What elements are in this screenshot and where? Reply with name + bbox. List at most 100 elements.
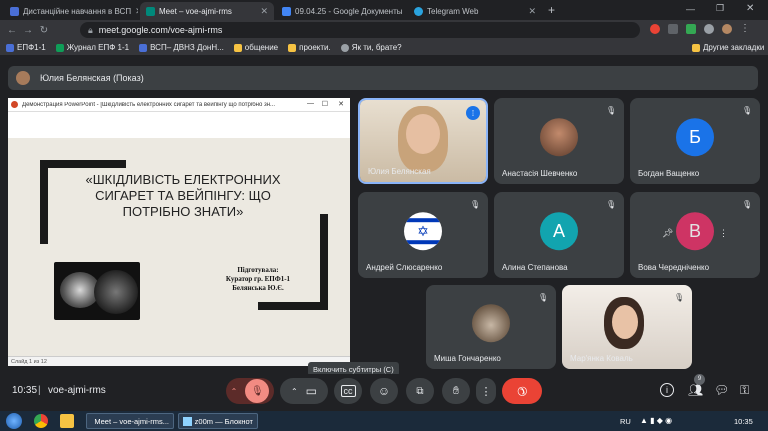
taskbar-notepad-window[interactable]: z00m — Блокнот: [178, 413, 258, 429]
present-icon: ⧉: [416, 385, 424, 397]
participant-avatar: А: [540, 212, 578, 251]
participant-tile[interactable]: ✡ 🎙︎ Андрей Слюсаренко: [358, 192, 488, 278]
israel-flag-avatar: ✡: [404, 212, 442, 251]
smoke-image: [54, 262, 140, 320]
more-options-button[interactable]: ⋮: [476, 378, 496, 404]
bookmark-item[interactable]: ЕПФ1-1: [6, 43, 46, 52]
ppt-status-bar: Слайд 1 из 12: [8, 356, 350, 366]
participant-tile[interactable]: 🎙︎ Миша Гончаренко: [426, 285, 556, 369]
puzzle-icon[interactable]: [704, 24, 714, 34]
participant-photo: [540, 118, 578, 157]
window-close-button[interactable]: ✕: [746, 3, 754, 14]
present-button[interactable]: ⧉: [406, 378, 434, 404]
extension-icon[interactable]: [686, 24, 696, 34]
camera-toggle-button[interactable]: ⌃ ▭: [280, 378, 328, 404]
participant-count-badge: 9: [694, 374, 705, 385]
slide-title: «ШКІДЛИВІСТЬ ЕЛЕКТРОННИХ СИГАРЕТ ТА ВЕЙП…: [85, 172, 281, 219]
close-icon[interactable]: ✕: [260, 6, 268, 17]
windows-taskbar: Meet – voe-ajmi-rms... z00m — Блокнот RU…: [0, 411, 768, 431]
slide: «ШКІДЛИВІСТЬ ЕЛЕКТРОННИХ СИГАРЕТ ТА ВЕЙП…: [8, 138, 350, 356]
videocam-icon: ▭: [305, 384, 318, 398]
meet-icon: [146, 6, 155, 16]
tray-icons: ▲ ▮ ◆ ◉: [640, 416, 673, 425]
chevron-up-icon[interactable]: ⌃: [231, 387, 238, 396]
mic-off-icon: 🎙︎: [674, 293, 685, 302]
participant-avatar: Б: [676, 118, 714, 157]
info-icon[interactable]: i: [660, 383, 674, 397]
activities-icon[interactable]: ⚿: [740, 383, 749, 398]
pin-icon[interactable]: 📌︎: [662, 228, 673, 239]
slide-author-block: Підготувала: Куратор гр. ЕПФ1-1 Белянськ…: [225, 266, 291, 292]
tab-google-docs[interactable]: 09.04.25 - Google Документы ✕: [276, 2, 406, 20]
notepad-icon: [183, 416, 192, 426]
language-indicator[interactable]: RU: [620, 417, 631, 426]
tab-meet[interactable]: Meet – voe-ajmi-rms ✕: [140, 2, 274, 20]
mic-off-icon: 🎙︎: [245, 379, 270, 403]
more-vert-icon[interactable]: ⋮: [740, 24, 750, 34]
participant-tile[interactable]: 🎙︎ Анастасія Шевченко: [494, 98, 624, 184]
participant-tile[interactable]: 🎙︎ Мар'янка Коваль: [562, 285, 692, 369]
reload-icon[interactable]: ↻: [36, 25, 52, 36]
back-icon[interactable]: ←: [4, 25, 20, 36]
close-icon[interactable]: ✕: [528, 6, 536, 17]
bookmark-item[interactable]: Журнал ЕПФ 1-1: [55, 43, 129, 52]
participant-tile[interactable]: ⁞ Юлия Белянская: [358, 98, 488, 184]
emoji-icon: ☺: [377, 384, 391, 398]
extension-icon[interactable]: [668, 24, 678, 34]
participant-tile[interactable]: Б 🎙︎ Богдан Ващенко: [630, 98, 760, 184]
tab-telegram[interactable]: Telegram Web ✕: [408, 2, 542, 20]
url-field[interactable]: 🔒︎ meet.google.com/voe-ajmi-rms: [80, 22, 640, 38]
other-bookmarks[interactable]: Другие закладки: [692, 43, 764, 52]
captions-button[interactable]: cc: [334, 378, 362, 404]
mic-off-icon: 🎙︎: [606, 106, 617, 115]
mic-off-icon: 🎙︎: [606, 200, 617, 209]
people-icon[interactable]: 👥︎: [688, 383, 703, 397]
raise-hand-button[interactable]: ✋︎: [442, 378, 470, 404]
bookmark-item[interactable]: проекти.: [288, 43, 331, 52]
end-call-button[interactable]: ✆: [502, 378, 542, 404]
lock-icon: 🔒︎: [88, 24, 93, 35]
chrome-icon[interactable]: [34, 414, 48, 428]
presenter-bar: Юлия Белянская (Показ): [8, 66, 758, 90]
shared-screen: Демонстрация PowerPoint - [Шкідливість е…: [8, 98, 350, 366]
clock[interactable]: 10:35: [734, 417, 753, 426]
more-vert-icon: ⋮: [480, 385, 492, 398]
close-icon[interactable]: ✕: [135, 6, 138, 17]
extension-icon[interactable]: [650, 24, 660, 34]
presenter-avatar: [16, 71, 30, 85]
profile-avatar[interactable]: [722, 24, 732, 34]
bookmark-item[interactable]: Як ти, брате?: [340, 43, 402, 52]
mic-off-icon: 🎙︎: [742, 200, 753, 209]
participant-photo: [472, 304, 510, 343]
meeting-code: voe-ajmi-rms: [48, 385, 106, 396]
reactions-button[interactable]: ☺: [370, 378, 398, 404]
minimize-button[interactable]: —: [686, 4, 695, 14]
new-tab-button[interactable]: +: [548, 3, 555, 17]
chat-icon[interactable]: 💬︎: [714, 383, 729, 397]
participant-tile[interactable]: В 📌︎ ⋮ 🎙︎ Вова Чередніченко: [630, 192, 760, 278]
folder-icon[interactable]: [60, 414, 74, 428]
bookmark-item[interactable]: общение: [233, 43, 278, 52]
minimize-icon: —: [307, 100, 314, 107]
bookmarks-bar: ЕПФ1-1 Журнал ЕПФ 1-1 ВСП– ДВНЗ ДонН... …: [0, 40, 768, 56]
bookmark-item[interactable]: ВСП– ДВНЗ ДонН...: [139, 43, 224, 52]
mic-off-icon: 🎙︎: [470, 200, 481, 209]
maximize-icon: ☐: [321, 101, 328, 108]
participant-tile[interactable]: А 🎙︎ Алина Степанова: [494, 192, 624, 278]
chevron-up-icon[interactable]: ⌃: [291, 387, 298, 396]
docs-icon: [282, 6, 291, 16]
powerpoint-icon: [11, 101, 18, 108]
meeting-controls: 10:35 | voe-ajmi-rms ⌃ 🎙︎ ⌃ ▭ cc ☺ ⧉ ✋︎ …: [0, 374, 768, 410]
tab-distance-learning[interactable]: Дистанційне навчання в ВСП ✕: [4, 2, 138, 20]
meeting-time: 10:35: [12, 385, 38, 396]
tile-hover-actions: 📌︎ ⋮: [662, 226, 728, 240]
hand-icon: ✋︎: [452, 384, 460, 397]
close-icon: ✕: [338, 101, 344, 108]
taskbar-chrome-window[interactable]: Meet – voe-ajmi-rms...: [86, 413, 174, 429]
restore-button[interactable]: ❐: [716, 3, 724, 14]
more-vert-icon[interactable]: ⋮: [719, 228, 728, 239]
captions-icon: cc: [340, 385, 356, 397]
start-button[interactable]: [6, 413, 22, 429]
forward-icon[interactable]: →: [20, 25, 36, 36]
mic-toggle-button[interactable]: ⌃ 🎙︎: [226, 378, 274, 404]
